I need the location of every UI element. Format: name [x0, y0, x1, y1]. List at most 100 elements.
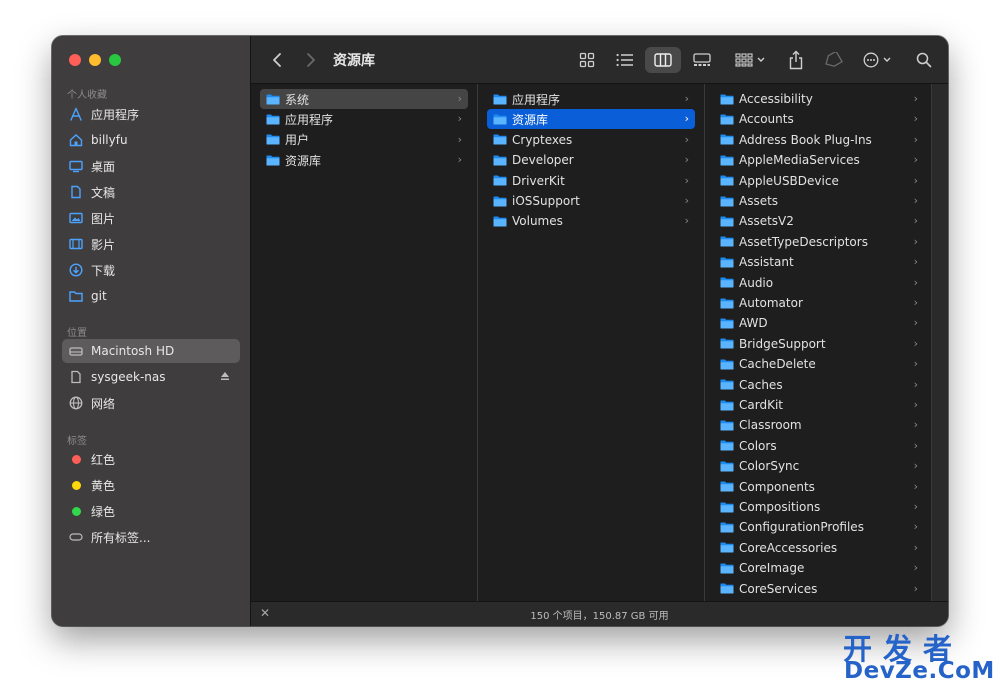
folder-icon	[714, 114, 739, 125]
folder-name: Accounts	[739, 112, 794, 127]
chevron-right-icon: ›	[913, 296, 918, 309]
folder-row[interactable]: CoreServices ›	[714, 579, 924, 599]
folder-name: Assets	[739, 194, 779, 208]
folder-row[interactable]: iOSSupport ›	[487, 191, 695, 211]
folder-name: 资源库	[512, 112, 549, 127]
folder-row[interactable]: BridgeSupport ›	[714, 334, 924, 354]
network-icon	[68, 395, 84, 411]
close-window-button[interactable]	[69, 54, 81, 66]
folder-icon	[714, 542, 739, 553]
folder-row[interactable]: Caches ›	[714, 375, 924, 395]
folder-name: AssetsV2	[739, 214, 794, 229]
folder-row[interactable]: Volumes ›	[487, 211, 695, 231]
folder-row[interactable]: 系统 ›	[260, 89, 468, 109]
folder-row[interactable]: 资源库 ›	[487, 109, 695, 130]
folder-row[interactable]: 用户 ›	[260, 130, 468, 150]
sidebar-item[interactable]: 影片	[62, 232, 240, 256]
tag-button[interactable]	[821, 47, 845, 73]
folder-row[interactable]: Audio ›	[714, 273, 924, 293]
sidebar-item[interactable]: 文稿	[62, 180, 240, 204]
sidebar-item[interactable]: 网络	[62, 391, 240, 415]
sidebar-item[interactable]: Macintosh HD	[62, 339, 240, 363]
status-text: 150 个项目，150.87 GB 可用	[530, 611, 669, 622]
folder-row[interactable]: Developer ›	[487, 150, 695, 170]
folder-row[interactable]: Accessibility ›	[714, 89, 924, 109]
folder-icon	[260, 155, 285, 166]
folder-name: CoreServices	[739, 581, 818, 596]
more-actions-button[interactable]	[861, 47, 897, 73]
folder-row[interactable]: Compositions ›	[714, 497, 924, 517]
back-button[interactable]	[267, 47, 287, 73]
grid-icon	[579, 52, 595, 68]
folder-name: Classroom	[739, 418, 802, 433]
folder-row[interactable]: Assets ›	[714, 191, 924, 211]
sidebar-item[interactable]: sysgeek-nas	[62, 365, 240, 389]
chevron-right-icon: ›	[457, 112, 462, 126]
folder-name: 系统	[285, 92, 310, 107]
chevron-right-icon: ›	[913, 153, 918, 167]
folder-row[interactable]: CoreImage ›	[714, 558, 924, 578]
folder-name: DriverKit	[512, 173, 565, 188]
locations-section-title: 位置	[67, 328, 87, 339]
chevron-right-icon: ›	[913, 336, 918, 350]
scrollbar[interactable]	[931, 84, 948, 601]
downloads-icon	[68, 262, 84, 278]
sidebar-item[interactable]: 黄色	[62, 473, 240, 497]
forward-button[interactable]	[301, 47, 321, 73]
folder-row[interactable]: AppleUSBDevice ›	[714, 171, 924, 191]
folder-row[interactable]: Assistant ›	[714, 252, 924, 272]
folder-row[interactable]: ColorSync ›	[714, 456, 924, 476]
zoom-window-button[interactable]	[109, 54, 121, 66]
folder-row[interactable]: CacheDelete ›	[714, 354, 924, 374]
icon-view-button[interactable]	[575, 47, 599, 73]
folder-icon	[714, 563, 739, 574]
folder-row[interactable]: AppleMediaServices ›	[714, 150, 924, 170]
minimize-window-button[interactable]	[89, 54, 101, 66]
gallery-icon	[693, 53, 711, 66]
folder-row[interactable]: Automator ›	[714, 293, 924, 313]
sidebar-item[interactable]: 绿色	[62, 499, 240, 523]
sidebar-item[interactable]: 应用程序	[62, 102, 240, 126]
folder-name: 资源库	[285, 153, 322, 168]
folder-name: AppleMediaServices	[739, 153, 860, 168]
folder-row[interactable]: AWD ›	[714, 313, 924, 333]
folder-name: Cryptexes	[512, 132, 573, 147]
folder-icon	[260, 114, 285, 125]
search-button[interactable]	[913, 47, 935, 73]
eject-icon[interactable]	[220, 370, 230, 384]
folder-row[interactable]: Colors ›	[714, 436, 924, 456]
folder-name: Assistant	[739, 255, 794, 270]
sidebar-item[interactable]: git	[62, 284, 240, 308]
folder-name: CacheDelete	[739, 357, 816, 372]
share-button[interactable]	[785, 47, 807, 73]
folder-row[interactable]: 应用程序 ›	[260, 109, 468, 129]
sidebar-item[interactable]: 图片	[62, 206, 240, 230]
sidebar-item[interactable]: 桌面	[62, 154, 240, 178]
folder-row[interactable]: AssetTypeDescriptors ›	[714, 232, 924, 252]
sidebar-item[interactable]: billyfu	[62, 128, 240, 152]
folder-row[interactable]: CoreAccessories ›	[714, 538, 924, 558]
folder-icon	[487, 155, 512, 166]
sidebar-item[interactable]: 所有标签...	[62, 525, 240, 549]
folder-row[interactable]: Accounts ›	[714, 109, 924, 129]
folder-row[interactable]: AssetsV2 ›	[714, 211, 924, 231]
folder-row[interactable]: Components ›	[714, 477, 924, 497]
folder-icon	[714, 400, 739, 411]
folder-row[interactable]: DriverKit ›	[487, 171, 695, 191]
folder-row[interactable]: CardKit ›	[714, 395, 924, 415]
folder-row[interactable]: Address Book Plug-Ins ›	[714, 130, 924, 150]
gallery-view-button[interactable]	[689, 47, 715, 73]
folder-name: 用户	[285, 133, 310, 148]
list-view-button[interactable]	[613, 47, 637, 73]
folder-row[interactable]: 应用程序 ›	[487, 89, 695, 109]
folder-row[interactable]: Classroom ›	[714, 415, 924, 435]
sidebar-item[interactable]: 下载	[62, 258, 240, 282]
folder-row[interactable]: 资源库 ›	[260, 150, 468, 170]
group-by-button[interactable]	[733, 47, 769, 73]
column-view-button[interactable]	[645, 47, 681, 73]
folder-row[interactable]: ConfigurationProfiles ›	[714, 517, 924, 537]
share-icon	[789, 50, 803, 70]
folder-row[interactable]: Cryptexes ›	[487, 130, 695, 150]
sidebar-item[interactable]: 红色	[62, 447, 240, 471]
tag-dot-icon	[68, 477, 84, 493]
